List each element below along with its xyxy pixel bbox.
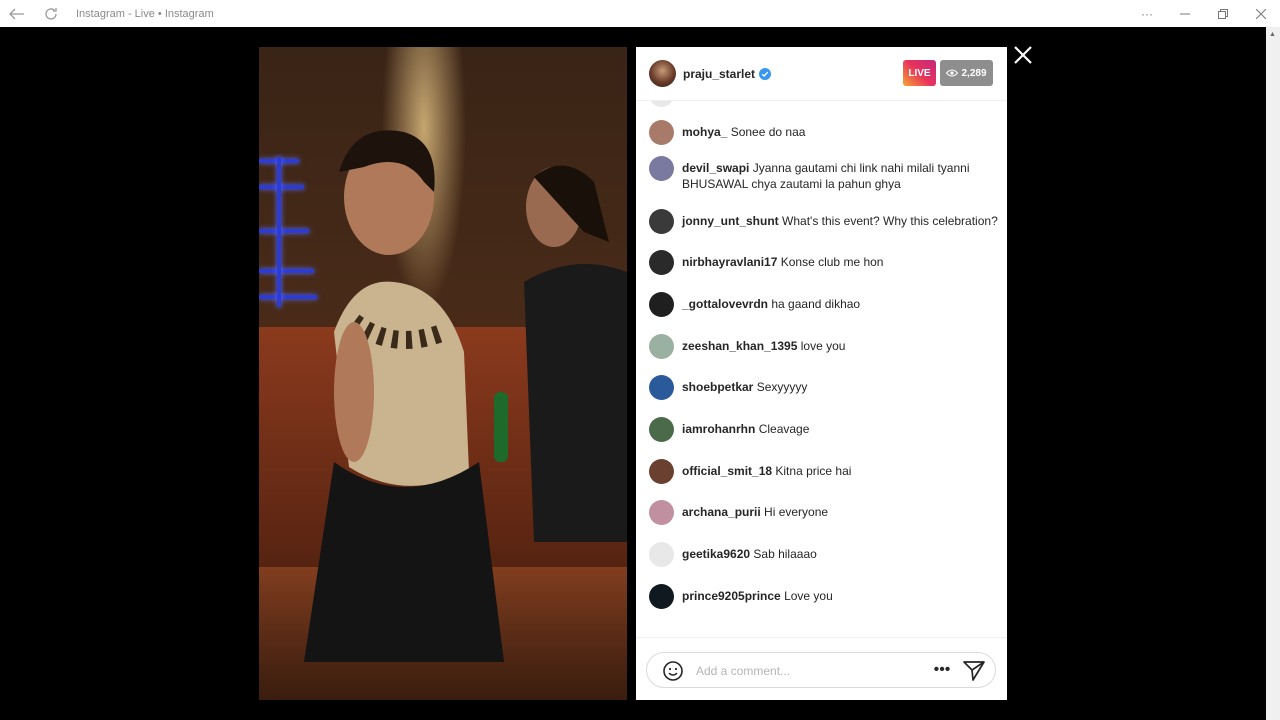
comment-item[interactable]: jonny_unt_shunt What's this event? Why t…	[649, 209, 999, 234]
comment-message: Konse club me hon	[780, 255, 884, 269]
comment-text: nirbhayravlani17 Konse club me hon	[682, 255, 883, 271]
comment-username[interactable]: geetika9620	[682, 547, 750, 561]
refresh-icon[interactable]	[34, 0, 68, 27]
close-live-button[interactable]	[1010, 42, 1036, 68]
comment-text: devil_swapi Jyanna gautami chi link nahi…	[682, 161, 999, 192]
send-icon[interactable]	[962, 659, 986, 683]
comment-text: official_smit_18 Kitna price hai	[682, 464, 851, 480]
comment-message: Sab hilaaao	[753, 547, 817, 561]
comment-username[interactable]: jonny_unt_shunt	[682, 214, 779, 228]
more-horizontal-icon[interactable]: ···	[1128, 0, 1166, 27]
emoji-icon[interactable]	[662, 660, 684, 682]
comment-avatar[interactable]	[649, 459, 674, 484]
comment-input[interactable]	[696, 661, 916, 681]
comment-item[interactable]: shoebpetkar Sexyyyyy	[649, 375, 999, 400]
scroll-up-icon[interactable]: ▲	[1269, 31, 1276, 38]
comment-username[interactable]: prince9205prince	[682, 589, 781, 603]
comment-avatar[interactable]	[649, 500, 674, 525]
eye-icon	[946, 69, 959, 77]
comment-box: •••	[646, 652, 996, 688]
comment-username[interactable]: mohya_	[682, 125, 727, 139]
comment-text: iamrohanrhn Cleavage	[682, 422, 809, 438]
window-title: Instagram - Live • Instagram	[76, 7, 214, 20]
comment-item[interactable]: official_smit_18 Kitna price hai	[649, 459, 999, 484]
comment-item[interactable]: archana_purii Hi everyone	[649, 500, 999, 525]
comment-item[interactable]: _gottalovevrdn ha gaand dikhao	[649, 292, 999, 317]
comment-avatar[interactable]	[649, 542, 674, 567]
video-person	[524, 165, 627, 542]
comment-username[interactable]: archana_purii	[682, 505, 761, 519]
comment-username[interactable]: devil_swapi	[682, 161, 749, 175]
comment-item[interactable]: iamrohanrhn Cleavage	[649, 417, 999, 442]
comment-message: Sonee do naa	[730, 125, 806, 139]
live-video[interactable]	[259, 47, 627, 700]
comment-item[interactable]: geetika9620 Sab hilaaao	[649, 542, 999, 567]
comment-message: Cleavage	[758, 422, 810, 436]
comment-item[interactable]: prince9205prince Love you	[649, 584, 999, 609]
live-comments-panel: praju_starlet LIVE 2,289 shweeetu97 I lo…	[636, 47, 1007, 700]
live-badge: LIVE	[903, 60, 936, 86]
live-header: praju_starlet LIVE 2,289	[636, 47, 1007, 101]
comment-item[interactable]: devil_swapi Jyanna gautami chi link nahi…	[649, 156, 999, 192]
comment-message: Love you	[784, 589, 833, 603]
viewer-count-badge[interactable]: 2,289	[940, 60, 993, 86]
comment-username[interactable]: nirbhayravlani17	[682, 255, 777, 269]
verified-badge-icon	[759, 67, 772, 80]
comment-text: prince9205prince Love you	[682, 589, 833, 605]
comment-text: geetika9620 Sab hilaaao	[682, 547, 817, 563]
comment-username[interactable]: zeeshan_khan_1395	[682, 339, 797, 353]
video-person	[304, 130, 508, 662]
host-username[interactable]: praju_starlet	[683, 67, 755, 81]
comment-text: shoebpetkar Sexyyyyy	[682, 380, 807, 396]
more-options-button[interactable]: •••	[931, 659, 953, 681]
comment-composer: •••	[636, 637, 1007, 700]
comment-username[interactable]: _gottalovevrdn	[682, 297, 768, 311]
comment-message: Kitna price hai	[775, 464, 852, 478]
comment-item[interactable]: nirbhayravlani17 Konse club me hon	[649, 250, 999, 275]
comment-message: ha gaand dikhao	[771, 297, 861, 311]
comment-message: love you	[800, 339, 846, 353]
comment-text: zeeshan_khan_1395 love you	[682, 339, 845, 355]
comment-message: Hi everyone	[764, 505, 829, 519]
comment-text: archana_purii Hi everyone	[682, 505, 828, 521]
comment-avatar[interactable]	[649, 417, 674, 442]
close-icon[interactable]	[1242, 0, 1280, 27]
comment-message: What's this event? Why this celebration?	[782, 214, 998, 228]
comment-username[interactable]: iamrohanrhn	[682, 422, 755, 436]
comment-avatar[interactable]	[649, 156, 674, 181]
scrollbar[interactable]: ▲	[1266, 27, 1280, 720]
comment-avatar[interactable]	[649, 584, 674, 609]
comment-avatar[interactable]	[649, 334, 674, 359]
minimize-icon[interactable]	[1166, 0, 1204, 27]
comment-text: _gottalovevrdn ha gaand dikhao	[682, 297, 860, 313]
back-arrow-icon[interactable]	[0, 0, 34, 27]
comment-avatar[interactable]	[649, 375, 674, 400]
comment-item[interactable]: zeeshan_khan_1395 love you	[649, 334, 999, 359]
avatar[interactable]	[649, 60, 676, 87]
comments-list[interactable]: shweeetu97 I love you Prajumohya_ Sonee …	[636, 88, 1007, 636]
comment-username[interactable]: shoebpetkar	[682, 380, 753, 394]
comment-username[interactable]: official_smit_18	[682, 464, 772, 478]
close-x-icon	[1014, 46, 1032, 64]
comment-avatar[interactable]	[649, 120, 674, 145]
window-titlebar: Instagram - Live • Instagram ···	[0, 0, 1280, 27]
restore-icon[interactable]	[1204, 0, 1242, 27]
comment-avatar[interactable]	[649, 250, 674, 275]
viewer-count: 2,289	[961, 67, 987, 79]
comment-text: mohya_ Sonee do naa	[682, 125, 805, 141]
comment-avatar[interactable]	[649, 209, 674, 234]
neon-light	[277, 157, 281, 307]
comment-message: Sexyyyyy	[756, 380, 808, 394]
comment-text: jonny_unt_shunt What's this event? Why t…	[682, 214, 998, 230]
comment-item[interactable]: mohya_ Sonee do naa	[649, 120, 999, 145]
comment-avatar[interactable]	[649, 292, 674, 317]
